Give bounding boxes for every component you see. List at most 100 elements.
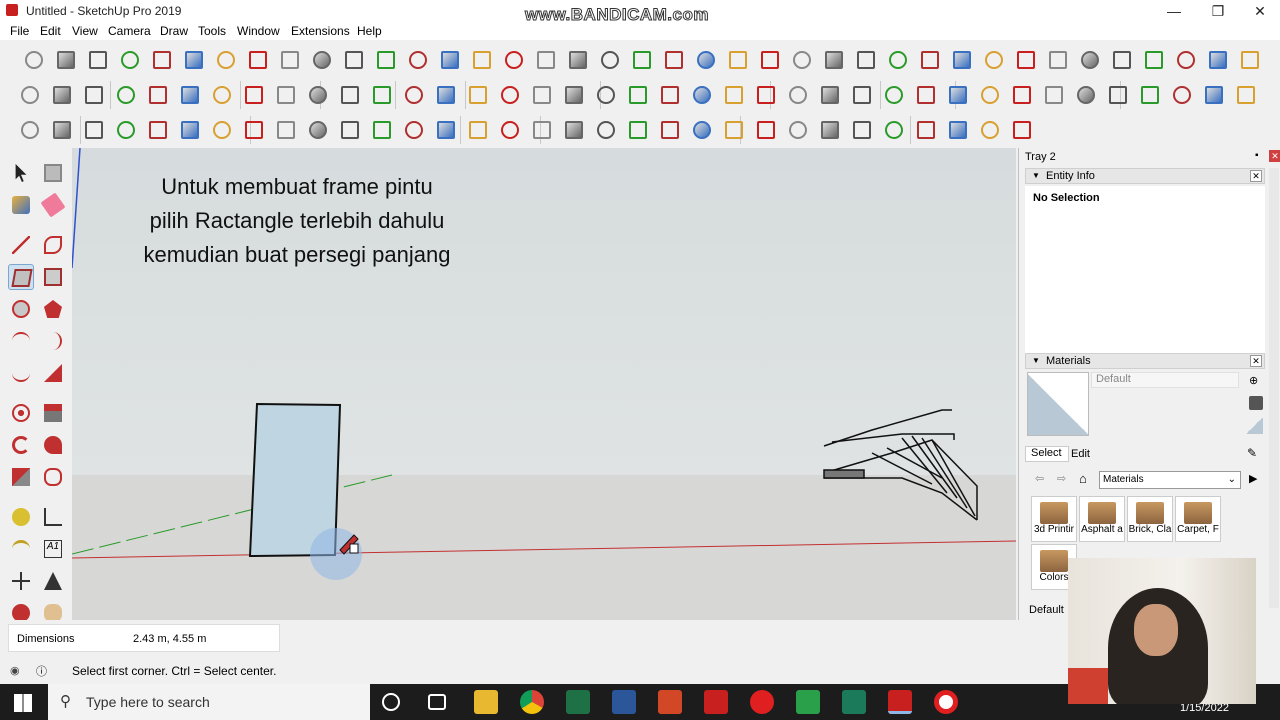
toolbar-tool-icon[interactable] — [854, 48, 878, 72]
material-swatch[interactable]: 3d Printir — [1031, 496, 1077, 542]
material-swatch[interactable]: Brick, Cla — [1127, 496, 1173, 542]
toolbar-tool-icon[interactable] — [210, 118, 234, 142]
two-point-arc-icon[interactable] — [40, 328, 66, 354]
toolbar-tool-icon[interactable] — [402, 118, 426, 142]
toolbar-tool-icon[interactable] — [1234, 83, 1258, 107]
toolbar-tool-icon[interactable] — [1170, 83, 1194, 107]
line-tool-icon[interactable] — [8, 232, 34, 258]
toolbar-tool-icon[interactable] — [626, 118, 650, 142]
toolbar-tool-icon[interactable] — [594, 83, 618, 107]
toolbar-tool-icon[interactable] — [978, 83, 1002, 107]
toolbar-tool-icon[interactable] — [1110, 48, 1134, 72]
file-explorer-icon[interactable] — [474, 690, 498, 714]
toolbar-tool-icon[interactable] — [918, 48, 942, 72]
flash-icon[interactable] — [750, 690, 774, 714]
toolbar-tool-icon[interactable] — [306, 118, 330, 142]
tab-select[interactable]: Select — [1025, 446, 1069, 462]
dimension-tool-icon[interactable] — [40, 504, 66, 530]
toolbar-tool-icon[interactable] — [758, 48, 782, 72]
home-icon[interactable]: ⌂ — [1079, 471, 1087, 486]
circle-tool-icon[interactable] — [8, 296, 34, 322]
toolbar-tool-icon[interactable] — [630, 48, 654, 72]
eyedropper-icon[interactable]: ✎ — [1247, 446, 1257, 460]
arc-tool-icon[interactable] — [8, 328, 34, 354]
toolbar-tool-icon[interactable] — [1014, 48, 1038, 72]
polygon-tool-icon[interactable] — [40, 296, 66, 322]
entity-info-close-icon[interactable]: ✕ — [1250, 170, 1262, 182]
toolbar-tool-icon[interactable] — [274, 118, 298, 142]
menu-edit[interactable]: Edit — [40, 24, 61, 38]
toolbar-tool-icon[interactable] — [214, 48, 238, 72]
tab-edit[interactable]: Edit — [1071, 448, 1090, 460]
toolbar-tool-icon[interactable] — [850, 118, 874, 142]
toolbar-tool-icon[interactable] — [82, 83, 106, 107]
bandicam-record-icon[interactable] — [934, 690, 958, 714]
toolbar-tool-icon[interactable] — [1174, 48, 1198, 72]
cortana-icon[interactable] — [382, 693, 400, 711]
back-icon[interactable]: ⇦ — [1035, 472, 1044, 485]
chrome-icon[interactable] — [520, 690, 544, 714]
materials-header[interactable]: Materials ✕ — [1025, 353, 1265, 369]
toolbar-tool-icon[interactable] — [178, 118, 202, 142]
app-icon[interactable] — [842, 690, 866, 714]
three-point-arc-icon[interactable] — [8, 360, 34, 386]
toolbar-tool-icon[interactable] — [466, 118, 490, 142]
toolbar-tool-icon[interactable] — [982, 48, 1006, 72]
geo-location-icon[interactable]: ◉ — [10, 664, 20, 677]
follow-me-icon[interactable] — [40, 432, 66, 458]
toolbar-tool-icon[interactable] — [18, 118, 42, 142]
toolbar-tool-icon[interactable] — [534, 48, 558, 72]
toolbar-tool-icon[interactable] — [722, 83, 746, 107]
3d-text-icon[interactable] — [40, 568, 66, 594]
toolbar-tool-icon[interactable] — [434, 83, 458, 107]
toolbar-tool-icon[interactable] — [850, 83, 874, 107]
toolbar-tool-icon[interactable] — [530, 83, 554, 107]
toolbar-tool-icon[interactable] — [22, 48, 46, 72]
toolbar-tool-icon[interactable] — [338, 83, 362, 107]
windows-start-icon[interactable] — [14, 694, 32, 712]
toolbar-tool-icon[interactable] — [18, 83, 42, 107]
sketchup-icon[interactable] — [704, 690, 728, 714]
toolbar-tool-icon[interactable] — [626, 83, 650, 107]
toolbar-tool-icon[interactable] — [466, 83, 490, 107]
tape-measure-icon[interactable] — [8, 504, 34, 530]
toolbar-tool-icon[interactable] — [210, 83, 234, 107]
toolbar-tool-icon[interactable] — [662, 48, 686, 72]
pin-icon[interactable]: ▪ — [1255, 150, 1259, 161]
info-icon[interactable]: ⓘ — [36, 663, 47, 679]
toolbar-tool-icon[interactable] — [438, 48, 462, 72]
toolbar-tool-icon[interactable] — [914, 83, 938, 107]
toolbar-tool-icon[interactable] — [1010, 83, 1034, 107]
materials-close-icon[interactable]: ✕ — [1250, 355, 1262, 367]
toolbar-tool-icon[interactable] — [562, 118, 586, 142]
toolbar-tool-icon[interactable] — [1238, 48, 1262, 72]
toolbar-tool-icon[interactable] — [82, 118, 106, 142]
tray-close-icon[interactable]: ✕ — [1269, 150, 1280, 162]
toolbar-tool-icon[interactable] — [754, 83, 778, 107]
pie-tool-icon[interactable] — [40, 360, 66, 386]
toolbar-tool-icon[interactable] — [694, 48, 718, 72]
toolbar-tool-icon[interactable] — [594, 118, 618, 142]
toolbar-tool-icon[interactable] — [1142, 48, 1166, 72]
toolbar-tool-icon[interactable] — [86, 48, 110, 72]
toolbar-tool-icon[interactable] — [146, 83, 170, 107]
toolbar-tool-icon[interactable] — [246, 48, 270, 72]
task-view-icon[interactable] — [428, 694, 446, 710]
toolbar-tool-icon[interactable] — [946, 83, 970, 107]
toolbar-tool-icon[interactable] — [786, 118, 810, 142]
menu-draw[interactable]: Draw — [160, 24, 188, 38]
toolbar-tool-icon[interactable] — [722, 118, 746, 142]
toolbar-tool-icon[interactable] — [338, 118, 362, 142]
display-secondary-icon[interactable] — [1249, 396, 1263, 410]
toolbar-tool-icon[interactable] — [790, 48, 814, 72]
toolbar-tool-icon[interactable] — [434, 118, 458, 142]
toolbar-tool-icon[interactable] — [1010, 118, 1034, 142]
toolbar-tool-icon[interactable] — [406, 48, 430, 72]
entity-info-header[interactable]: Entity Info ✕ — [1025, 168, 1265, 184]
freehand-icon[interactable] — [40, 232, 66, 258]
maximize-button[interactable]: ❐ — [1196, 0, 1240, 22]
offset-tool-icon[interactable] — [40, 464, 66, 490]
toolbar-tool-icon[interactable] — [658, 83, 682, 107]
rectangle-tool-icon[interactable] — [8, 264, 34, 290]
toolbar-tool-icon[interactable] — [1106, 83, 1130, 107]
